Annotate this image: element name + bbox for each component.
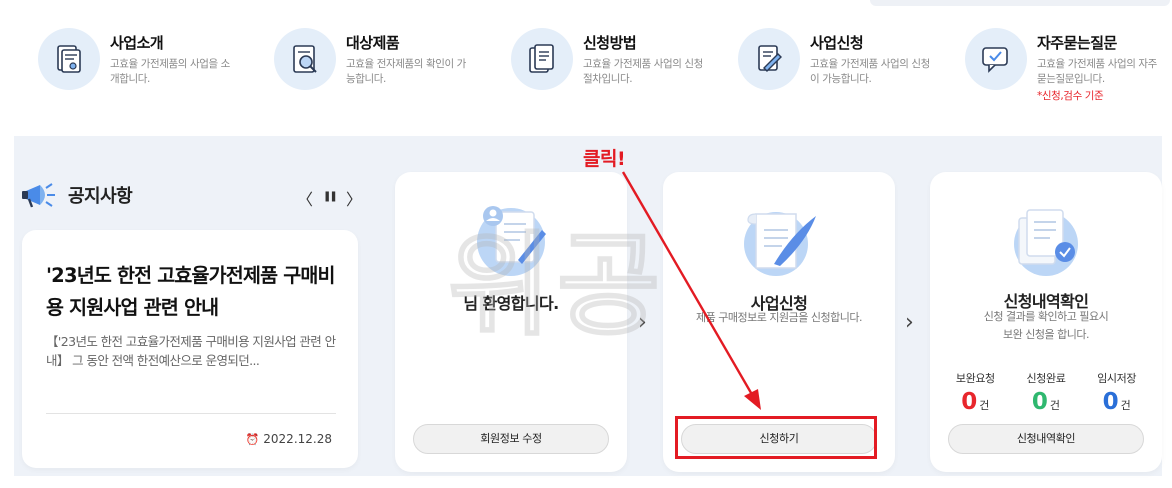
document-list-icon [511,28,573,90]
history-desc-line1: 신청 결과를 확인하고 필요시 [983,310,1109,323]
apply-card: 사업신청 제품 구매정보로 지원금을 신청합니다. 신청하기 [663,172,895,472]
chat-check-icon [965,28,1027,90]
document-certificate-icon [38,28,100,90]
nav-title: 사업신청 [810,34,864,52]
chevron-right-icon: › [638,310,647,335]
welcome-title: 님 환영합니다. [463,294,559,313]
nav-item-how-to-apply[interactable]: 신청방법 고효율 가전제품 사업의 신청절차입니다. [511,28,711,90]
divider [46,413,336,414]
check-document-illustration-icon [1014,209,1078,276]
quill-document-illustration-icon [744,212,816,276]
stat-count: 0 [1031,389,1048,415]
stat-unit: 건 [1120,399,1131,412]
stat-unit: 건 [979,399,990,412]
stat-label: 보완요청 [955,372,995,385]
nav-title: 자주묻는질문 [1037,34,1117,52]
apply-button[interactable]: 신청하기 [681,424,877,454]
history-card: 신청내역확인 신청 결과를 확인하고 필요시 보완 신청을 합니다. 보완요청 … [930,172,1162,472]
stat-draft-saved[interactable]: 임시저장 0건 [1097,370,1136,415]
nav-desc: 고효율 가전제품 사업의 자주묻는질문입니다. [1037,58,1157,85]
notice-headline[interactable]: '23년도 한전 고효율가전제품 구매비용 지원사업 관련 안내 [46,260,342,324]
edit-member-info-button[interactable]: 회원정보 수정 [413,424,609,454]
search-document-icon [274,28,336,90]
nav-title: 신청방법 [583,34,637,52]
stat-unit: 건 [1049,399,1061,412]
nav-desc: 고효율 가전제품 사업의 신청이 가능합니다. [810,58,930,85]
notice-pause-button[interactable]: ❚❚ [323,191,338,202]
notice-prev-button[interactable]: 〈 [297,186,313,210]
stat-supplement-request[interactable]: 보완요청 0건 [956,370,995,415]
nav-note: *신청,검수 기준 [1037,90,1104,102]
top-navigation: 사업소개 고효율 가전제품의 사업을 소개합니다. 대상제품 고효율 전자제품의… [0,0,1172,130]
nav-item-faq[interactable]: 자주묻는질문 고효율 가전제품 사업의 자주묻는질문입니다. *신청,검수 기준 [965,28,1165,103]
welcome-card: 님 환영합니다. 회원정보 수정 [395,172,627,472]
nav-desc: 고효율 가전제품 사업의 신청절차입니다. [583,58,703,85]
stat-label: 신청완료 [1026,372,1066,385]
notice-date-text: 2022.12.28 [263,432,332,446]
nav-item-business-apply[interactable]: 사업신청 고효율 가전제품 사업의 신청이 가능합니다. [738,28,938,90]
stat-count: 0 [961,389,978,415]
history-desc-line2: 보완 신청을 합니다. [1003,328,1089,341]
nav-title: 대상제품 [346,34,400,52]
notice-title: 공지사항 [68,186,133,207]
user-document-illustration-icon [477,206,546,276]
notice-date: ⏰ 2022.12.28 [246,432,332,446]
nav-title: 사업소개 [110,34,164,52]
stat-label: 임시저장 [1097,372,1137,385]
stat-count: 0 [1102,389,1119,415]
nav-item-target-products[interactable]: 대상제품 고효율 전자제품의 확인이 가능합니다. [274,28,474,90]
nav-desc: 고효율 가전제품의 사업을 소개합니다. [110,58,230,85]
chevron-right-icon: › [905,310,914,335]
megaphone-icon [22,183,55,208]
signing-hand-icon [738,28,800,90]
check-history-button[interactable]: 신청내역확인 [948,424,1144,454]
notice-header: 공지사항 [20,180,133,210]
apply-desc: 제품 구매정보로 지원금을 신청합니다. [696,311,862,324]
status-counts: 보완요청 0건 신청완료 0건 임시저장 0건 [930,370,1162,415]
click-annotation-label: 클릭! [583,148,626,170]
notice-card[interactable]: '23년도 한전 고효율가전제품 구매비용 지원사업 관련 안내 【'23년도 … [22,230,358,468]
header-shadow [870,0,1170,6]
nav-desc: 고효율 전자제품의 확인이 가능합니다. [346,58,466,85]
notice-summary: 【'23년도 한전 고효율가전제품 구매비용 지원사업 관련 안내】 그 동안 … [46,334,336,368]
stat-application-complete[interactable]: 신청완료 0건 [1027,370,1066,415]
nav-item-business-intro[interactable]: 사업소개 고효율 가전제품의 사업을 소개합니다. [38,28,238,90]
clock-icon: ⏰ [245,432,260,446]
notice-next-button[interactable]: 〉 [346,186,362,210]
